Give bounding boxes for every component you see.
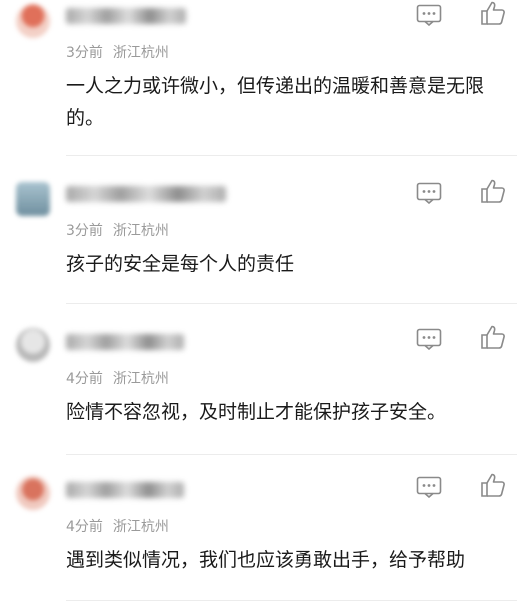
comment-time: 3分前 — [66, 45, 103, 61]
comment-time: 4分前 — [66, 371, 103, 387]
avatar[interactable] — [16, 476, 50, 510]
avatar[interactable] — [16, 182, 50, 216]
comment-item: 4分前 浙江杭州 遇到类似情况，我们也应该勇敢出手，给予帮助 — [0, 472, 517, 607]
divider — [66, 454, 517, 455]
comment-reply-icon[interactable] — [414, 472, 444, 502]
comment-meta: 4分前 浙江杭州 — [66, 516, 169, 536]
comment-location: 浙江杭州 — [112, 223, 169, 239]
comment-location: 浙江杭州 — [112, 45, 169, 61]
comment-location: 浙江杭州 — [112, 371, 169, 387]
comment-text: 遇到类似情况，我们也应该勇敢出手，给予帮助 — [66, 549, 466, 571]
comment-item: 4分前 浙江杭州 险情不容忽视，及时制止才能保护孩子安全。 — [0, 322, 517, 455]
thumbs-up-icon[interactable] — [478, 470, 508, 500]
divider — [66, 303, 517, 304]
comment-item: 3分前 浙江杭州 一人之力或许微小，但传递出的温暖和善意是无限的。 — [0, 0, 517, 156]
comment-reply-icon[interactable] — [414, 324, 444, 354]
comment-location: 浙江杭州 — [112, 519, 169, 535]
comment-text: 一人之力或许微小，但传递出的温暖和善意是无限的。 — [66, 75, 485, 129]
divider — [66, 600, 517, 601]
comment-reply-icon[interactable] — [414, 178, 444, 208]
comment-text: 孩子的安全是每个人的责任 — [66, 253, 295, 275]
username-redacted[interactable] — [66, 334, 184, 350]
username-redacted[interactable] — [66, 8, 186, 24]
comment-feed: 3分前 浙江杭州 一人之力或许微小，但传递出的温暖和善意是无限的。 3分前 浙江杭州… — [0, 0, 517, 607]
avatar[interactable] — [16, 4, 50, 38]
comment-reply-icon[interactable] — [414, 0, 444, 30]
thumbs-up-icon[interactable] — [478, 0, 508, 28]
comment-time: 4分前 — [66, 519, 103, 535]
comment-meta: 4分前 浙江杭州 — [66, 368, 169, 388]
username-redacted[interactable] — [66, 482, 184, 498]
username-redacted[interactable] — [66, 186, 226, 202]
comment-meta: 3分前 浙江杭州 — [66, 42, 169, 62]
comment-time: 3分前 — [66, 223, 103, 239]
thumbs-up-icon[interactable] — [478, 322, 508, 352]
divider — [66, 155, 517, 156]
thumbs-up-icon[interactable] — [478, 176, 508, 206]
comment-item: 3分前 浙江杭州 孩子的安全是每个人的责任 — [0, 176, 517, 304]
avatar[interactable] — [16, 328, 50, 362]
comment-meta: 3分前 浙江杭州 — [66, 220, 169, 240]
comment-text: 险情不容忽视，及时制止才能保护孩子安全。 — [66, 401, 447, 423]
